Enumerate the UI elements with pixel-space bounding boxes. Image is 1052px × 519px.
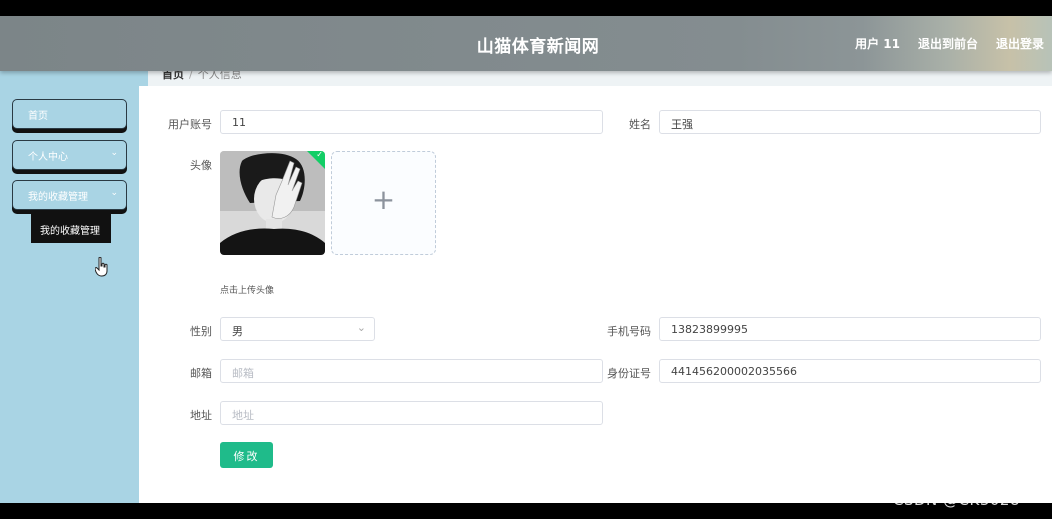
sidebar-tooltip[interactable]: 我的收藏管理 <box>31 213 111 243</box>
logout-link[interactable]: 退出登录 <box>996 35 1044 52</box>
email-label: 邮箱 <box>190 367 212 380</box>
name-label: 姓名 <box>629 118 651 131</box>
app-stage: 山猫体育新闻网 用户 11 退出到前台 退出登录 首页 / 个人信息 首页 个人中心… <box>0 16 1052 503</box>
phone-label: 手机号码 <box>607 325 651 338</box>
name-input[interactable]: 王强 <box>659 110 1041 134</box>
sidebar-item-home[interactable]: 首页 <box>12 99 127 129</box>
idcard-label: 身份证号 <box>607 367 651 380</box>
address-input[interactable]: 地址 <box>220 401 603 425</box>
account-input[interactable]: 11 <box>220 110 603 134</box>
sidebar: 首页 个人中心 ⌄ 我的收藏管理 ⌄ 我的收藏管理 <box>0 71 139 503</box>
upload-hint: 点击上传头像 <box>220 286 275 296</box>
account-label: 用户账号 <box>168 118 212 131</box>
top-header: 山猫体育新闻网 用户 11 退出到前台 退出登录 <box>0 16 1052 71</box>
check-icon: ✓ <box>316 151 323 159</box>
gender-value: 男 <box>232 325 243 338</box>
chevron-down-icon: ⌄ <box>110 148 118 158</box>
sidebar-item-favorites[interactable]: 我的收藏管理 ⌄ <box>12 180 127 210</box>
gender-select[interactable]: 男 ⌄ <box>220 317 375 341</box>
watermark: CSDN @CK3028 <box>893 491 1021 509</box>
avatar-image[interactable]: ✓ <box>220 151 325 255</box>
gender-label: 性别 <box>190 325 212 338</box>
email-input[interactable]: 邮箱 <box>220 359 603 383</box>
sidebar-item-label: 个人中心 <box>28 152 68 163</box>
idcard-input[interactable]: 441456200002035566 <box>659 359 1041 383</box>
profile-form-panel: 用户账号 11 姓名 王强 头像 ✓ + 点击上传头像 性别 男 ⌄ 手机号码 … <box>139 86 1052 503</box>
avatar-upload-button[interactable]: + <box>331 151 436 255</box>
chevron-down-icon: ⌄ <box>110 188 118 198</box>
header-actions: 用户 11 退出到前台 退出登录 <box>855 35 1044 52</box>
hand-cursor-icon <box>95 257 108 277</box>
chevron-down-icon: ⌄ <box>356 321 366 334</box>
sidebar-item-label: 首页 <box>28 111 48 122</box>
avatar-label: 头像 <box>190 159 212 172</box>
plus-icon: + <box>371 183 396 216</box>
sidebar-item-personal-center[interactable]: 个人中心 ⌄ <box>12 140 127 170</box>
sidebar-item-label: 我的收藏管理 <box>28 192 88 203</box>
submit-button[interactable]: 修改 <box>220 442 273 468</box>
address-label: 地址 <box>190 409 212 422</box>
user-label[interactable]: 用户 11 <box>855 35 900 52</box>
phone-input[interactable]: 13823899995 <box>659 317 1041 341</box>
back-to-front-link[interactable]: 退出到前台 <box>918 35 978 52</box>
